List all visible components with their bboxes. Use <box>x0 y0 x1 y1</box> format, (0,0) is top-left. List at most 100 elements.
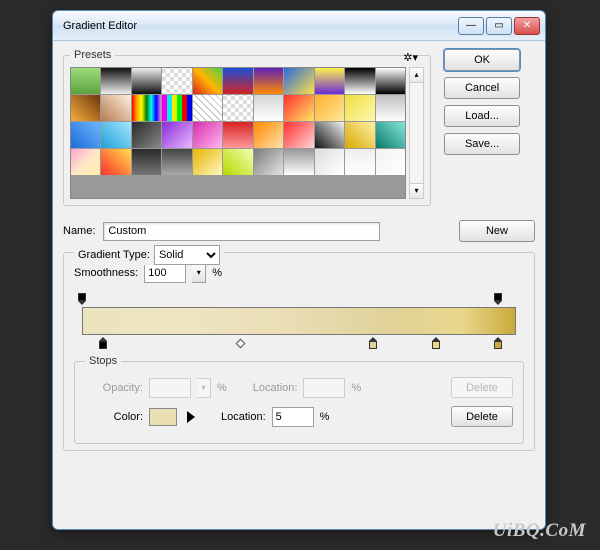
smoothness-label: Smoothness: <box>74 267 138 279</box>
presets-legend: Presets <box>70 49 115 61</box>
dialog-body: Presets ✲▾ ▴ ▾ OK Cancel Load... Save...… <box>53 41 545 529</box>
preset-thumb[interactable] <box>315 68 344 94</box>
opacity-stop[interactable] <box>77 293 87 305</box>
preset-thumb[interactable] <box>193 95 222 121</box>
preset-thumb[interactable] <box>223 68 252 94</box>
preset-thumb[interactable] <box>101 68 130 94</box>
preset-thumb[interactable] <box>284 95 313 121</box>
opacity-input <box>149 378 191 398</box>
preset-thumb[interactable] <box>345 122 374 148</box>
save-button[interactable]: Save... <box>444 133 520 155</box>
color-location-unit: % <box>320 411 330 423</box>
preset-thumb[interactable] <box>315 95 344 121</box>
preset-thumb[interactable] <box>254 149 283 175</box>
preset-thumb[interactable] <box>284 149 313 175</box>
name-row: Name: New <box>63 220 535 242</box>
preset-thumb[interactable] <box>376 122 405 148</box>
gradient-type-select[interactable]: Solid <box>154 245 220 265</box>
delete-color-stop-button[interactable]: Delete <box>451 406 513 427</box>
preset-thumb[interactable] <box>101 95 130 121</box>
preset-thumb[interactable] <box>71 95 100 121</box>
color-picker-icon[interactable] <box>187 411 195 423</box>
preset-thumb[interactable] <box>71 149 100 175</box>
window-title: Gradient Editor <box>63 20 458 32</box>
preset-thumb[interactable] <box>315 149 344 175</box>
preset-thumb[interactable] <box>284 122 313 148</box>
watermark: UiBQ.CoM <box>493 520 586 542</box>
preset-thumb[interactable] <box>223 95 252 121</box>
preset-thumb[interactable] <box>254 122 283 148</box>
preset-thumb[interactable] <box>71 122 100 148</box>
color-stop[interactable] <box>493 337 503 349</box>
preset-thumb[interactable] <box>71 68 100 94</box>
gradient-bar[interactable] <box>82 307 516 335</box>
preset-thumb[interactable] <box>284 68 313 94</box>
name-input[interactable] <box>103 222 380 241</box>
preset-thumb[interactable] <box>254 95 283 121</box>
preset-thumb[interactable] <box>193 122 222 148</box>
color-stop[interactable] <box>431 337 441 349</box>
preset-thumb[interactable] <box>101 149 130 175</box>
preset-thumb[interactable] <box>223 149 252 175</box>
midpoint-marker[interactable] <box>236 339 246 349</box>
preset-thumb[interactable] <box>376 68 405 94</box>
close-button[interactable]: ✕ <box>514 17 540 35</box>
opacity-stop-row: Opacity: ▾ % Location: % Delete <box>85 377 513 398</box>
titlebar[interactable]: Gradient Editor — ▭ ✕ <box>53 11 545 41</box>
stops-group: Stops Opacity: ▾ % Location: % Delete Co… <box>74 355 524 444</box>
preset-thumb[interactable] <box>132 122 161 148</box>
presets-menu-icon[interactable]: ✲▾ <box>403 51 418 64</box>
preset-thumb[interactable] <box>162 95 191 121</box>
color-stop[interactable] <box>98 337 108 349</box>
scroll-up-button[interactable]: ▴ <box>410 68 423 83</box>
preset-thumb[interactable] <box>254 68 283 94</box>
action-buttons: OK Cancel Load... Save... <box>444 49 520 155</box>
color-stop-row: Color: Location: % Delete <box>85 406 513 427</box>
smoothness-dropdown-icon[interactable]: ▾ <box>192 263 206 283</box>
smoothness-input[interactable] <box>144 263 186 283</box>
delete-opacity-stop-button: Delete <box>451 377 513 398</box>
smoothness-unit: % <box>212 267 222 279</box>
color-stop[interactable] <box>368 337 378 349</box>
preset-thumb[interactable] <box>193 68 222 94</box>
opacity-unit: % <box>217 382 227 394</box>
preset-thumb[interactable] <box>162 68 191 94</box>
maximize-button[interactable]: ▭ <box>486 17 512 35</box>
color-location-input[interactable] <box>272 407 314 427</box>
name-label: Name: <box>63 225 95 237</box>
opacity-stop[interactable] <box>493 293 503 305</box>
preset-thumb[interactable] <box>162 122 191 148</box>
color-label: Color: <box>85 411 143 423</box>
ok-button[interactable]: OK <box>444 49 520 71</box>
load-button[interactable]: Load... <box>444 105 520 127</box>
cancel-button[interactable]: Cancel <box>444 77 520 99</box>
preset-thumb[interactable] <box>132 149 161 175</box>
scroll-down-button[interactable]: ▾ <box>410 183 423 198</box>
opacity-location-input <box>303 378 345 398</box>
gradient-settings-group: Gradient Type: Solid Smoothness: ▾ % Sto… <box>63 252 535 451</box>
minimize-button[interactable]: — <box>458 17 484 35</box>
preset-thumb[interactable] <box>315 122 344 148</box>
gradient-editor-window: Gradient Editor — ▭ ✕ Presets ✲▾ ▴ ▾ OK … <box>52 10 546 530</box>
gradient-bar-area <box>76 293 522 349</box>
new-button[interactable]: New <box>459 220 535 242</box>
gradient-type-label: Gradient Type: <box>78 249 150 261</box>
preset-thumb[interactable] <box>162 149 191 175</box>
preset-thumb[interactable] <box>345 95 374 121</box>
color-swatch[interactable] <box>149 408 177 426</box>
preset-thumb[interactable] <box>193 149 222 175</box>
opacity-location-unit: % <box>351 382 361 394</box>
preset-scrollbar[interactable]: ▴ ▾ <box>409 67 424 199</box>
preset-thumb[interactable] <box>376 149 405 175</box>
opacity-dropdown-icon: ▾ <box>197 378 211 398</box>
preset-thumb[interactable] <box>223 122 252 148</box>
opacity-label: Opacity: <box>85 382 143 394</box>
preset-thumb[interactable] <box>376 95 405 121</box>
preset-thumb[interactable] <box>132 68 161 94</box>
preset-thumb[interactable] <box>101 122 130 148</box>
preset-thumb[interactable] <box>132 95 161 121</box>
stops-legend: Stops <box>85 355 121 367</box>
preset-thumb[interactable] <box>345 149 374 175</box>
color-location-label: Location: <box>221 411 266 423</box>
preset-thumb[interactable] <box>345 68 374 94</box>
